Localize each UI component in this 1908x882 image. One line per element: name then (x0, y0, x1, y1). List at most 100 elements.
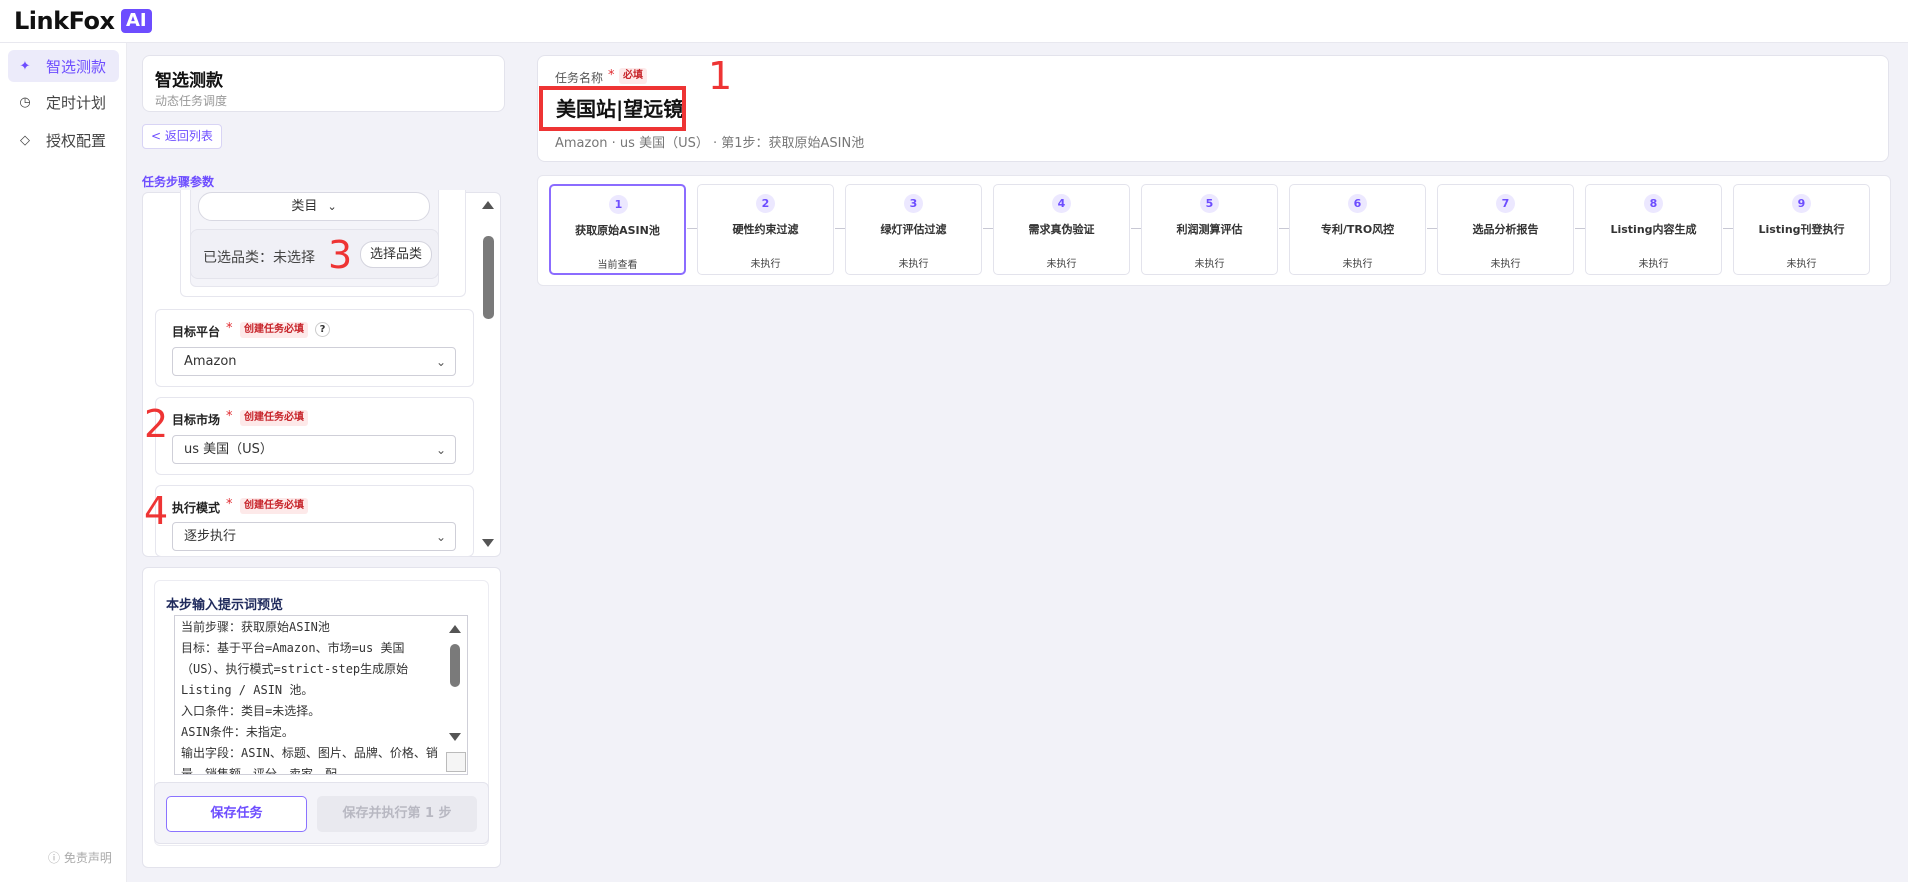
step-number: 4 (1052, 194, 1071, 213)
step-card-8[interactable]: 8 Listing内容生成 未执行 (1585, 184, 1722, 275)
resize-handle-icon[interactable] (446, 752, 466, 772)
category-dropdown-label: 类目 (291, 199, 318, 214)
save-task-button[interactable]: 保存任务 (166, 796, 307, 832)
step-status: 未执行 (750, 259, 781, 270)
scroll-up-arrow[interactable] (449, 625, 461, 633)
platform-select[interactable]: Amazon ⌄ (172, 347, 456, 376)
market-select[interactable]: us 美国（US） ⌄ (172, 435, 456, 464)
step-card-1[interactable]: 1 获取原始ASIN池 当前查看 (549, 184, 686, 275)
scroll-down-arrow[interactable] (482, 539, 494, 547)
market-select-value: us 美国（US） (184, 442, 273, 457)
required-badge: 创建任务必填 (240, 498, 308, 514)
step-number: 5 (1200, 194, 1219, 213)
annotation-box (539, 86, 686, 131)
step-number: 3 (904, 194, 923, 213)
select-category-button[interactable]: 选择品类 (360, 241, 433, 268)
step-card-6[interactable]: 6 专利/TRO风控 未执行 (1289, 184, 1426, 275)
sparkle-icon: ✦ (19, 58, 31, 74)
step-connector (1723, 228, 1733, 229)
scroll-down-arrow[interactable] (449, 733, 461, 741)
prompt-preview-textarea[interactable]: 当前步骤：获取原始ASIN池 目标：基于平台=Amazon、市场=us 美国（U… (174, 615, 468, 775)
required-star: * (226, 497, 233, 512)
task-name-label: 任务名称 (555, 71, 604, 85)
category-dropdown[interactable]: 类目 ⌄ (198, 192, 430, 221)
step-status: 未执行 (1194, 259, 1225, 270)
step-number: 6 (1348, 194, 1367, 213)
disclaimer-link[interactable]: ⓘ 免责声明 (48, 849, 112, 866)
market-label: 目标市场 (172, 413, 221, 427)
prompt-preview-text: 当前步骤：获取原始ASIN池 目标：基于平台=Amazon、市场=us 美国（U… (181, 620, 438, 775)
step-status: 未执行 (1638, 259, 1669, 270)
required-badge: 创建任务必填 (240, 410, 308, 426)
step-status: 未执行 (1046, 259, 1077, 270)
step-card-9[interactable]: 9 Listing刊登执行 未执行 (1733, 184, 1870, 275)
step-name: Listing内容生成 (1610, 223, 1697, 236)
annotation-number: 4 (144, 489, 169, 533)
mode-select[interactable]: 逐步执行 ⌄ (172, 522, 456, 551)
selected-category-text: 已选品类：未选择 (203, 250, 315, 266)
step-status: 未执行 (1786, 259, 1817, 270)
step-card-5[interactable]: 5 利润测算评估 未执行 (1141, 184, 1278, 275)
step-name: 绿灯评估过滤 (880, 223, 947, 236)
step-name: Listing刊登执行 (1758, 223, 1845, 236)
mode-label: 执行模式 (172, 501, 221, 515)
save-and-run-button[interactable]: 保存并执行第 1 步 (317, 796, 477, 832)
step-name: 选品分析报告 (1472, 223, 1539, 236)
step-number: 8 (1644, 194, 1663, 213)
chevron-down-icon: ⌄ (435, 530, 446, 544)
sidebar-item-label: 智选测款 (46, 57, 107, 76)
chevron-down-icon: ⌄ (435, 355, 446, 369)
annotation-number: 1 (708, 54, 733, 98)
step-status: 当前查看 (597, 260, 638, 271)
step-connector (1279, 228, 1289, 229)
step-card-4[interactable]: 4 需求真伪验证 未执行 (993, 184, 1130, 275)
step-name: 专利/TRO风控 (1320, 223, 1395, 236)
step-connector (687, 228, 697, 229)
scrollbar-thumb[interactable] (450, 644, 460, 687)
sidebar-item-label: 定时计划 (46, 93, 107, 112)
diamond-icon: ◇ (20, 132, 30, 148)
sidebar-item-schedule[interactable]: ◷ 定时计划 (8, 86, 119, 118)
sidebar-item-smart-test[interactable]: ✦ 智选测款 (8, 50, 119, 82)
step-connector (1131, 228, 1141, 229)
step-status: 未执行 (898, 259, 929, 270)
section-label: 任务步骤参数 (142, 175, 215, 189)
chevron-down-icon: ⌄ (435, 443, 446, 457)
back-to-list-button[interactable]: < 返回列表 (142, 124, 222, 149)
page-title: 智选测款 (155, 71, 223, 91)
page-subtitle: 动态任务调度 (155, 94, 228, 108)
chevron-down-icon: ⌄ (327, 200, 337, 213)
sidebar-item-label: 授权配置 (46, 131, 107, 150)
prompt-preview-title: 本步输入提示词预览 (166, 598, 284, 613)
platform-label: 目标平台 (172, 325, 221, 339)
required-badge: 创建任务必填 (240, 322, 308, 338)
annotation-number: 2 (144, 402, 169, 446)
logo-badge: AI (121, 9, 152, 33)
step-number: 1 (609, 195, 628, 214)
mode-select-value: 逐步执行 (184, 529, 237, 544)
step-number: 2 (756, 194, 775, 213)
clock-icon: ◷ (19, 94, 31, 110)
step-status: 未执行 (1342, 259, 1373, 270)
step-connector (1427, 228, 1437, 229)
scroll-up-arrow[interactable] (482, 201, 494, 209)
required-star: * (226, 409, 233, 424)
logo-text: LinkFox (14, 7, 115, 35)
help-icon[interactable]: ? (315, 322, 330, 337)
step-card-7[interactable]: 7 选品分析报告 未执行 (1437, 184, 1574, 275)
annotation-number: 3 (328, 233, 353, 277)
step-card-3[interactable]: 3 绿灯评估过滤 未执行 (845, 184, 982, 275)
scrollbar-thumb[interactable] (483, 236, 494, 319)
step-name: 利润测算评估 (1176, 223, 1243, 236)
step-number: 7 (1496, 194, 1515, 213)
step-status: 未执行 (1490, 259, 1521, 270)
step-card-2[interactable]: 2 硬性约束过滤 未执行 (697, 184, 834, 275)
sidebar-item-auth[interactable]: ◇ 授权配置 (8, 124, 119, 156)
workflow-area (520, 43, 1908, 882)
sidebar: ✦ 智选测款 ◷ 定时计划 ◇ 授权配置 (0, 43, 127, 882)
step-connector (983, 228, 993, 229)
top-bar (0, 0, 1908, 43)
step-connector (835, 228, 845, 229)
step-name: 获取原始ASIN池 (575, 224, 660, 237)
task-meta: Amazon · us 美国（US） · 第1步：获取原始ASIN池 (555, 136, 865, 151)
